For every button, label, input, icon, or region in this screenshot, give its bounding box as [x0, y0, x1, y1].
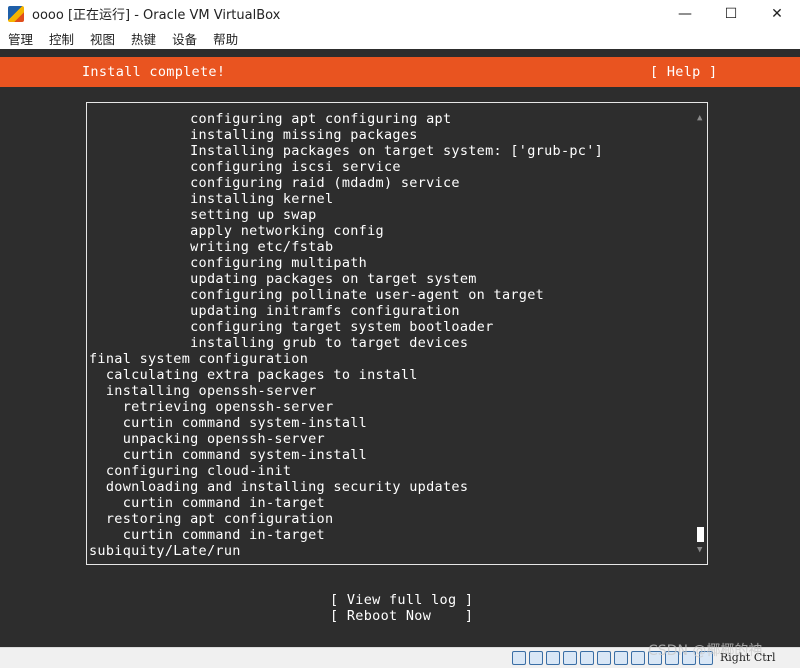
virtualbox-app-icon: [8, 5, 24, 22]
log-line: curtin command system-install: [89, 447, 368, 463]
log-line: installing kernel: [89, 191, 334, 207]
network-icon[interactable]: [563, 651, 577, 665]
log-line: curtin command in-target: [89, 495, 325, 511]
menu-item-devices[interactable]: 设备: [164, 29, 205, 48]
minimize-button[interactable]: —: [662, 0, 708, 27]
log-line: writing etc/fstab: [89, 239, 334, 255]
menu-item-view[interactable]: 视图: [82, 29, 123, 48]
log-line: installing missing packages: [89, 127, 418, 143]
log-line: installing grub to target devices: [89, 335, 469, 351]
log-line: unpacking openssh-server: [89, 431, 325, 447]
menu-item-manage[interactable]: 管理: [0, 29, 41, 48]
log-line: curtin command system-install: [89, 415, 368, 431]
log-line: updating packages on target system: [89, 271, 477, 287]
view-full-log-button[interactable]: [ View full log ]: [330, 592, 473, 608]
scrollbar-thumb[interactable]: [697, 527, 704, 542]
installer-header: Install complete! [ Help ]: [0, 57, 800, 87]
scroll-down-icon[interactable]: ▼: [697, 545, 702, 555]
vm-screen[interactable]: Install complete! [ Help ] ▲ ▼ configuri…: [0, 49, 800, 647]
display-icon[interactable]: [614, 651, 628, 665]
close-button[interactable]: ✕: [754, 0, 800, 27]
log-line: subiquity/Late/run: [89, 543, 241, 559]
log-line: retrieving openssh-server: [89, 399, 334, 415]
log-line: restoring apt configuration: [89, 511, 334, 527]
log-line: configuring multipath: [89, 255, 368, 271]
menu-item-control[interactable]: 控制: [41, 29, 82, 48]
menu-item-hotkey[interactable]: 热键: [123, 29, 164, 48]
menu-bar: 管理 控制 视图 热键 设备 帮助: [0, 27, 800, 50]
log-line: installing openssh-server: [89, 383, 317, 399]
reboot-now-button[interactable]: [ Reboot Now ]: [330, 608, 473, 624]
help-button[interactable]: [ Help ]: [650, 64, 717, 80]
log-line: downloading and installing security upda…: [89, 479, 469, 495]
log-line: setting up swap: [89, 207, 317, 223]
shared-folder-icon[interactable]: [597, 651, 611, 665]
log-line: configuring cloud-init: [89, 463, 292, 479]
log-line: configuring raid (mdadm) service: [89, 175, 460, 191]
window-controls: — ☐ ✕: [662, 0, 800, 27]
log-line: calculating extra packages to install: [89, 367, 418, 383]
log-line: updating initramfs configuration: [89, 303, 460, 319]
log-line: configuring pollinate user-agent on targ…: [89, 287, 545, 303]
log-line: configuring target system bootloader: [89, 319, 494, 335]
optical-disk-icon[interactable]: [529, 651, 543, 665]
log-line: configuring iscsi service: [89, 159, 401, 175]
log-line: apply networking config: [89, 223, 384, 239]
usb-icon[interactable]: [580, 651, 594, 665]
hard-disk-icon[interactable]: [512, 651, 526, 665]
menu-item-help[interactable]: 帮助: [205, 29, 246, 48]
window-title: oooo [正在运行] - Oracle VM VirtualBox: [32, 8, 281, 23]
recording-icon[interactable]: [631, 651, 645, 665]
watermark: CSDN @椰椰的神: [648, 643, 763, 659]
scroll-up-icon[interactable]: ▲: [697, 113, 702, 123]
install-status-title: Install complete!: [82, 64, 226, 80]
install-log-box[interactable]: ▲ ▼ configuring apt configuring apt inst…: [86, 102, 708, 565]
log-line: curtin command in-target: [89, 527, 325, 543]
log-line: configuring apt configuring apt: [89, 111, 452, 127]
log-line: Installing packages on target system: ['…: [89, 143, 604, 159]
title-bar: oooo [正在运行] - Oracle VM VirtualBox — ☐ ✕: [0, 0, 800, 27]
maximize-button[interactable]: ☐: [708, 0, 754, 27]
audio-icon[interactable]: [546, 651, 560, 665]
log-line: final system configuration: [89, 351, 309, 367]
virtualbox-window: oooo [正在运行] - Oracle VM VirtualBox — ☐ ✕…: [0, 0, 800, 668]
